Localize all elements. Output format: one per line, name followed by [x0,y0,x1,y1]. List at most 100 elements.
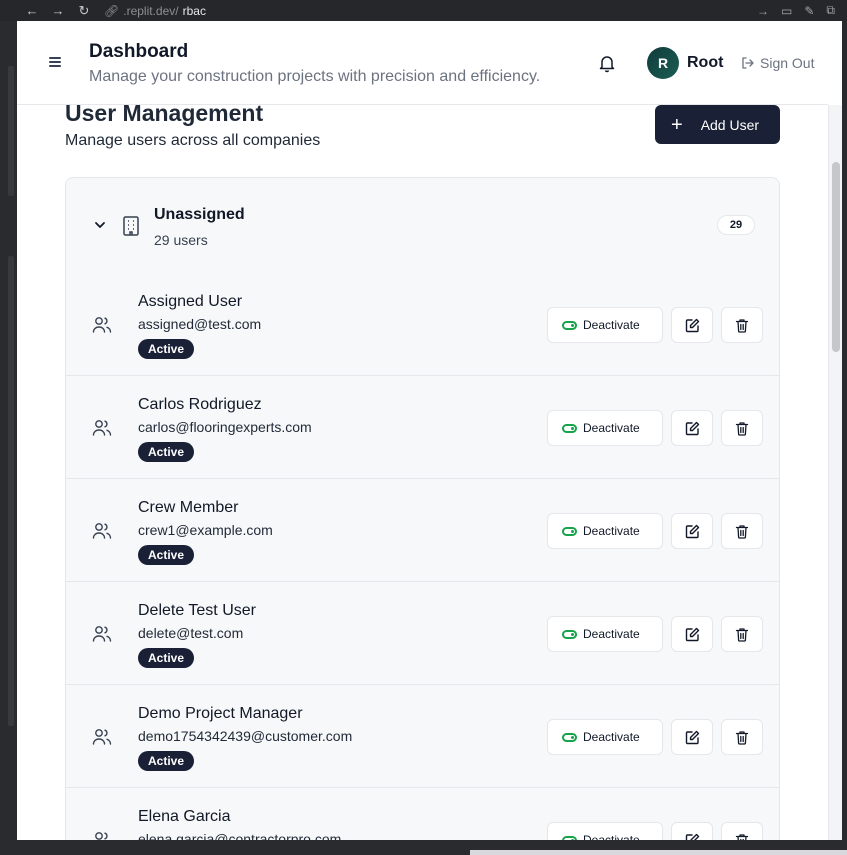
url-prefix: .replit.dev/ [123,3,179,18]
status-badge: Active [138,751,195,771]
edit-button[interactable] [671,719,713,755]
group-header[interactable]: Unassigned 29 users 29 [66,178,779,273]
status-badge: Active [138,442,195,462]
delete-button[interactable] [721,719,763,755]
devices-icon[interactable]: ▭ [781,4,792,18]
delete-button[interactable] [721,307,763,343]
main-content: User Management Manage users across all … [17,21,828,840]
users-icon [92,317,112,333]
trash-icon [735,318,749,333]
toggle-on-icon [562,629,577,639]
user-email: assigned@test.com [138,316,262,332]
edit-icon [685,730,699,744]
status-badge: Active [138,339,195,359]
edit-icon [685,318,699,332]
browser-toolbar-actions: → ▭ ✎ ⧉ [757,3,847,18]
devtools-icon[interactable]: ✎ [804,4,814,18]
browser-toolbar: ← → ↻ 🔗︎ .replit.dev/rbac → ▭ ✎ ⧉ [0,0,847,21]
user-row: Carlos Rodriguez carlos@flooringexperts.… [66,376,779,479]
deactivate-label: Deactivate [583,730,640,744]
plus-icon: + [671,113,683,136]
deactivate-label: Deactivate [583,318,640,332]
menu-icon[interactable] [47,54,63,70]
users-icon [92,729,112,745]
group-count-badge: 29 [717,215,755,235]
deactivate-button[interactable]: Deactivate [547,307,663,343]
deactivate-label: Deactivate [583,833,640,840]
window-left-edge [0,21,17,855]
go-arrow-icon[interactable]: → [757,4,769,18]
user-email: crew1@example.com [138,522,273,538]
app-viewport: User Management Manage users across all … [17,21,842,840]
deactivate-button[interactable]: Deactivate [547,513,663,549]
deactivate-label: Deactivate [583,627,640,641]
group-user-count: 29 users [154,232,208,248]
trash-icon [735,730,749,745]
sign-out-button[interactable]: Sign Out [741,55,814,71]
user-email: carlos@flooringexperts.com [138,419,312,435]
toggle-on-icon [562,320,577,330]
add-user-label: Add User [700,116,760,133]
user-name: Carlos Rodriguez [138,396,262,413]
user-list: Assigned User assigned@test.com Active D… [66,273,779,840]
delete-button[interactable] [721,822,763,840]
user-row: Assigned User assigned@test.com Active D… [66,273,779,376]
edit-icon [685,833,699,840]
address-bar[interactable]: 🔗︎ .replit.dev/rbac [104,4,206,18]
delete-button[interactable] [721,410,763,446]
page-scrollbar[interactable] [828,105,842,840]
top-header: Dashboard Manage your construction proje… [17,21,828,105]
user-name[interactable]: Root [687,54,723,72]
user-name: Delete Test User [138,602,256,619]
user-row: Elena Garcia elena.garcia@contractorpro.… [66,788,779,840]
edit-button[interactable] [671,616,713,652]
trash-icon [735,833,749,840]
status-badge: Active [138,545,195,565]
edit-icon [685,524,699,538]
user-name: Crew Member [138,499,239,516]
user-email: demo1754342439@customer.com [138,728,353,744]
edit-button[interactable] [671,822,713,840]
deactivate-button[interactable]: Deactivate [547,719,663,755]
group-title: Unassigned [154,206,245,223]
deactivate-label: Deactivate [583,524,640,538]
users-icon [92,523,112,539]
deactivate-button[interactable]: Deactivate [547,410,663,446]
delete-button[interactable] [721,616,763,652]
user-name: Assigned User [138,293,243,310]
edit-button[interactable] [671,410,713,446]
scrollbar-thumb[interactable] [832,162,840,352]
trash-icon [735,627,749,642]
add-user-button[interactable]: + Add User [655,105,780,144]
building-icon [123,216,139,236]
forward-arrow-icon[interactable]: → [50,3,66,18]
edit-icon [685,421,699,435]
window-bottom-edge [0,840,847,855]
toggle-on-icon [562,732,577,742]
url-path: rbac [182,3,206,18]
header-title: Dashboard [89,41,189,62]
window-right-edge [842,21,847,855]
deactivate-button[interactable]: Deactivate [547,616,663,652]
user-name: Demo Project Manager [138,705,303,722]
users-icon [92,420,112,436]
trash-icon [735,524,749,539]
link-icon: 🔗︎ [104,3,120,18]
open-external-icon[interactable]: ⧉ [826,3,835,18]
user-row: Crew Member crew1@example.com Active Dea… [66,479,779,582]
chevron-down-icon[interactable] [94,219,106,231]
edit-button[interactable] [671,307,713,343]
status-badge: Active [138,648,195,668]
reload-icon[interactable]: ↻ [76,3,92,19]
user-row: Delete Test User delete@test.com Active … [66,582,779,685]
users-icon [92,626,112,642]
edit-icon [685,627,699,641]
avatar[interactable]: R [647,47,679,79]
delete-button[interactable] [721,513,763,549]
toggle-on-icon [562,526,577,536]
user-email: delete@test.com [138,625,244,641]
bell-icon[interactable] [597,53,617,73]
deactivate-button[interactable]: Deactivate [547,822,663,840]
edit-button[interactable] [671,513,713,549]
back-arrow-icon[interactable]: ← [24,3,40,18]
